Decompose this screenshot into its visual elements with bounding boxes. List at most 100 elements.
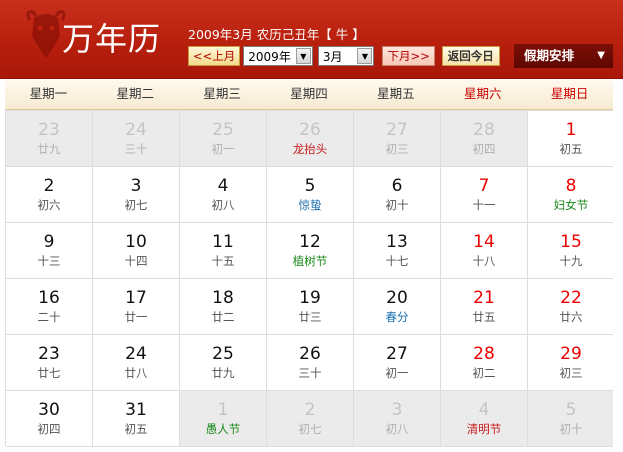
day-number: 6 (391, 176, 403, 196)
day-cell[interactable]: 31 初五 (93, 391, 180, 447)
next-month-button[interactable]: 下月>> (382, 46, 435, 66)
day-cell[interactable]: 8 妇女节 (528, 167, 615, 223)
day-cell[interactable]: 3 初八 (354, 391, 441, 447)
lunar-day-label: 初五 (124, 422, 148, 436)
day-number: 26 (299, 120, 321, 140)
day-cell[interactable]: 28 初四 (441, 111, 528, 167)
lunar-day-label: 十八 (472, 254, 496, 268)
lunar-day-label: 初五 (559, 142, 583, 156)
prev-month-button[interactable]: <<上月 (188, 46, 241, 66)
day-number: 12 (299, 232, 321, 252)
weekday-label: 星期六 (463, 86, 502, 101)
day-cell[interactable]: 7 十一 (441, 167, 528, 223)
day-number: 18 (212, 288, 234, 308)
day-number: 2 (304, 400, 316, 420)
day-cell[interactable]: 15 十九 (528, 223, 615, 279)
lunar-day-label: 十五 (211, 254, 235, 268)
day-cell[interactable]: 2 初七 (267, 391, 354, 447)
day-cell[interactable]: 20 春分 (354, 279, 441, 335)
day-cell[interactable]: 30 初四 (6, 391, 93, 447)
day-cell[interactable]: 4 清明节 (441, 391, 528, 447)
day-cell[interactable]: 23 廿七 (6, 335, 93, 391)
lunar-day-label: 廿八 (124, 366, 148, 380)
day-cell[interactable]: 3 初七 (93, 167, 180, 223)
day-number: 7 (478, 176, 490, 196)
day-cell[interactable]: 12 植树节 (267, 223, 354, 279)
weekday-label: 星期二 (116, 86, 155, 101)
day-number: 25 (212, 344, 234, 364)
day-number: 17 (125, 288, 147, 308)
lunar-day-label: 三十 (298, 366, 322, 380)
day-cell[interactable]: 16 二十 (6, 279, 93, 335)
day-cell[interactable]: 24 三十 (93, 111, 180, 167)
day-number: 4 (217, 176, 229, 196)
day-number: 28 (473, 344, 495, 364)
day-number: 23 (38, 344, 60, 364)
day-number: 24 (125, 344, 147, 364)
lunar-day-label: 初四 (472, 142, 496, 156)
lunar-day-label: 十四 (124, 254, 148, 268)
weekday-label: 星期一 (29, 86, 68, 101)
lunar-day-label: 三十 (124, 142, 148, 156)
day-cell[interactable]: 1 愚人节 (180, 391, 267, 447)
day-cell[interactable]: 22 廿六 (528, 279, 615, 335)
year-select[interactable]: 2009年 ▼ (243, 46, 313, 66)
date-text: 2009年3月 农历己丑年 (188, 27, 320, 42)
day-number: 26 (299, 344, 321, 364)
weekday-header-row: 星期一 星期二 星期三 星期四 星期五 星期六 星期日 (5, 79, 613, 110)
day-cell[interactable]: 4 初八 (180, 167, 267, 223)
weekday-label: 星期日 (550, 86, 589, 101)
day-cell[interactable]: 21 廿五 (441, 279, 528, 335)
day-cell[interactable]: 18 廿二 (180, 279, 267, 335)
day-cell[interactable]: 28 初二 (441, 335, 528, 391)
lunar-day-label: 初七 (124, 198, 148, 212)
day-cell[interactable]: 13 十七 (354, 223, 441, 279)
day-cell[interactable]: 6 初十 (354, 167, 441, 223)
day-cell[interactable]: 9 十三 (6, 223, 93, 279)
day-cell[interactable]: 1 初五 (528, 111, 615, 167)
lunar-day-label: 初三 (385, 142, 409, 156)
day-cell[interactable]: 25 廿九 (180, 335, 267, 391)
day-cell[interactable]: 5 初十 (528, 391, 615, 447)
day-number: 23 (38, 120, 60, 140)
lunar-day-label: 惊蛰 (298, 198, 322, 212)
lunar-day-label: 初一 (211, 142, 235, 156)
weekday-label: 星期五 (377, 86, 415, 101)
day-cell[interactable]: 11 十五 (180, 223, 267, 279)
day-number: 24 (125, 120, 147, 140)
month-value: 3月 (322, 49, 343, 64)
weekday-label: 星期三 (203, 86, 241, 101)
day-number: 14 (473, 232, 495, 252)
day-cell[interactable]: 10 十四 (93, 223, 180, 279)
day-cell[interactable]: 24 廿八 (93, 335, 180, 391)
day-number: 16 (38, 288, 60, 308)
day-number: 20 (386, 288, 408, 308)
day-cell[interactable]: 29 初三 (528, 335, 615, 391)
day-cell[interactable]: 23 廿九 (6, 111, 93, 167)
lunar-day-label: 春分 (385, 310, 409, 324)
day-cell[interactable]: 26 三十 (267, 335, 354, 391)
day-cell[interactable]: 5 惊蛰 (267, 167, 354, 223)
month-select[interactable]: 3月 ▼ (317, 46, 375, 66)
day-cell[interactable]: 26 龙抬头 (267, 111, 354, 167)
day-number: 21 (473, 288, 495, 308)
lunar-day-label: 初八 (211, 198, 235, 212)
weekday-label: 星期四 (290, 86, 328, 101)
holiday-schedule-dropdown[interactable]: 假期安排 ▼ (514, 44, 613, 68)
right-margin (613, 79, 623, 452)
day-number: 25 (212, 120, 234, 140)
day-cell[interactable]: 19 廿三 (267, 279, 354, 335)
lunar-day-label: 廿二 (211, 310, 235, 324)
day-cell[interactable]: 27 初一 (354, 335, 441, 391)
day-number: 2 (43, 176, 55, 196)
day-number: 22 (560, 288, 582, 308)
day-cell[interactable]: 14 十八 (441, 223, 528, 279)
day-number: 15 (560, 232, 582, 252)
day-cell[interactable]: 17 廿一 (93, 279, 180, 335)
today-button[interactable]: 返回今日 (441, 46, 500, 66)
day-cell[interactable]: 27 初三 (354, 111, 441, 167)
day-cell[interactable]: 2 初六 (6, 167, 93, 223)
holiday-label: 假期安排 (524, 48, 575, 63)
day-cell[interactable]: 25 初一 (180, 111, 267, 167)
lunar-day-label: 清明节 (466, 422, 502, 436)
